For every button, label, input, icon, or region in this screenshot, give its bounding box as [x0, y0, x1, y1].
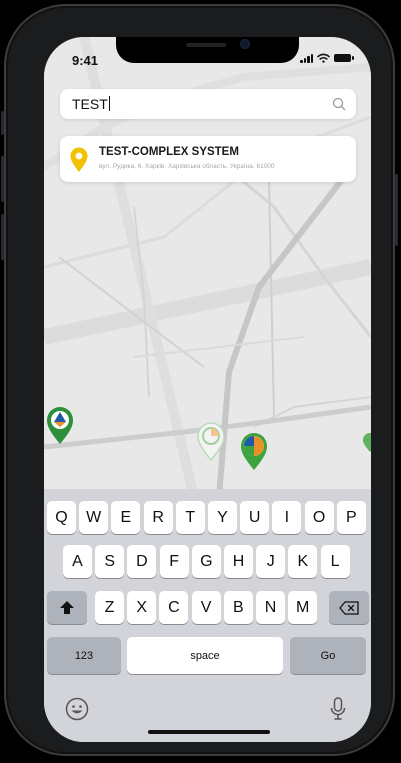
key-a[interactable]: A	[63, 545, 92, 578]
key-g[interactable]: G	[191, 545, 221, 578]
microphone-icon[interactable]	[330, 697, 346, 721]
home-indicator	[148, 730, 270, 734]
key-o[interactable]: O	[304, 501, 334, 534]
key-e[interactable]: E	[111, 501, 141, 534]
key-c[interactable]: C	[159, 591, 189, 624]
key-q[interactable]: Q	[47, 501, 76, 534]
key-r[interactable]: R	[143, 501, 173, 534]
map-marker-icon[interactable]	[239, 431, 269, 471]
go-key[interactable]: Go	[290, 637, 366, 674]
key-x[interactable]: X	[127, 591, 157, 624]
screen: 9:41 TEST TEST-COMPLEX SYSTEM вул. Рудик…	[44, 37, 371, 742]
key-d[interactable]: D	[127, 545, 157, 578]
map-marker-icon[interactable]	[45, 405, 75, 445]
backspace-icon	[339, 600, 359, 615]
key-w[interactable]: W	[79, 501, 109, 534]
text-cursor	[108, 96, 111, 111]
cellular-signal-icon	[300, 53, 313, 63]
key-k[interactable]: K	[288, 545, 318, 578]
search-icon[interactable]	[332, 97, 346, 111]
numbers-key[interactable]: 123	[47, 637, 121, 674]
battery-icon	[334, 54, 354, 62]
status-icons	[300, 53, 354, 63]
phone-frame: 9:41 TEST TEST-COMPLEX SYSTEM вул. Рудик…	[1, 4, 398, 756]
key-y[interactable]: Y	[208, 501, 237, 534]
location-pin-icon	[70, 147, 88, 172]
key-b[interactable]: B	[223, 591, 253, 624]
wifi-icon	[317, 53, 330, 63]
emoji-icon[interactable]	[65, 697, 89, 721]
key-t[interactable]: T	[175, 501, 205, 534]
result-title: TEST-COMPLEX SYSTEM	[99, 146, 239, 158]
front-camera	[241, 40, 249, 48]
shift-key[interactable]	[47, 591, 87, 624]
key-p[interactable]: P	[336, 501, 366, 534]
volume-up-button	[1, 156, 4, 202]
key-h[interactable]: H	[224, 545, 253, 578]
map-marker-icon[interactable]	[196, 421, 226, 461]
backspace-key[interactable]	[329, 591, 369, 624]
key-l[interactable]: L	[320, 545, 350, 578]
key-u[interactable]: U	[240, 501, 270, 534]
space-key[interactable]: space	[127, 637, 283, 674]
search-input[interactable]: TEST	[72, 96, 111, 112]
key-z[interactable]: Z	[95, 591, 124, 624]
map-marker-icon[interactable]	[362, 433, 371, 453]
mute-switch	[1, 111, 4, 135]
status-time: 9:41	[72, 53, 99, 68]
shift-icon	[60, 601, 74, 614]
speaker	[186, 43, 226, 47]
volume-down-button	[1, 214, 4, 260]
search-result-item[interactable]: TEST-COMPLEX SYSTEM вул. Рудика, 6, Харк…	[60, 136, 356, 182]
power-button	[395, 174, 398, 246]
key-n[interactable]: N	[256, 591, 285, 624]
key-i[interactable]: I	[272, 501, 302, 534]
result-address: вул. Рудика, 6, Харків, Харківська облас…	[99, 163, 275, 170]
notch	[116, 37, 299, 63]
key-s[interactable]: S	[95, 545, 125, 578]
key-j[interactable]: J	[256, 545, 286, 578]
key-f[interactable]: F	[159, 545, 189, 578]
key-m[interactable]: M	[288, 591, 318, 624]
keyboard: QWERTYUIOP ASDFGHJKL ZXCVBNM 123 space G…	[44, 489, 371, 742]
search-bar[interactable]: TEST	[60, 89, 356, 119]
key-v[interactable]: V	[191, 591, 221, 624]
